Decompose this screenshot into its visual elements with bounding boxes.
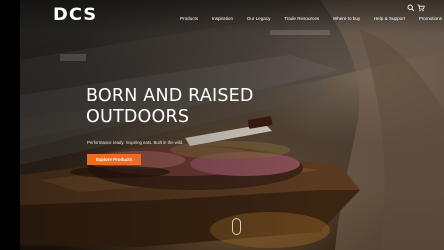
nav-item-inspiration[interactable]: Inspiration: [212, 16, 233, 21]
search-icon[interactable]: [407, 4, 415, 12]
main-navigation: Products Inspiration Our Legacy Trade Re…: [180, 16, 442, 21]
hero-title: BORN AND RAISED OUTDOORS: [86, 86, 286, 128]
scroll-indicator-icon[interactable]: [232, 218, 241, 235]
nav-item-where-to-buy[interactable]: Where to buy: [333, 16, 360, 21]
hero-subtitle: Performance ready. Inspiring eats. Built…: [87, 140, 184, 145]
page: DCS Products Inspiration Our Legacy Trad…: [0, 0, 444, 250]
hero-section: DCS Products Inspiration Our Legacy Trad…: [20, 0, 444, 250]
hero-title-line-1: BORN AND RAISED: [86, 86, 254, 106]
cart-icon[interactable]: [417, 4, 425, 12]
nav-item-promotions[interactable]: Promotions: [419, 16, 442, 21]
hero-title-line-2: OUTDOORS: [86, 107, 190, 127]
nav-item-products[interactable]: Products: [180, 16, 198, 21]
nav-item-trade-resources[interactable]: Trade Resources: [284, 16, 319, 21]
explore-products-button[interactable]: Explore Products: [87, 154, 141, 165]
nav-item-our-legacy[interactable]: Our Legacy: [247, 16, 271, 21]
nav-item-help-support[interactable]: Help & Support: [374, 16, 405, 21]
brand-logo[interactable]: DCS: [53, 5, 97, 25]
